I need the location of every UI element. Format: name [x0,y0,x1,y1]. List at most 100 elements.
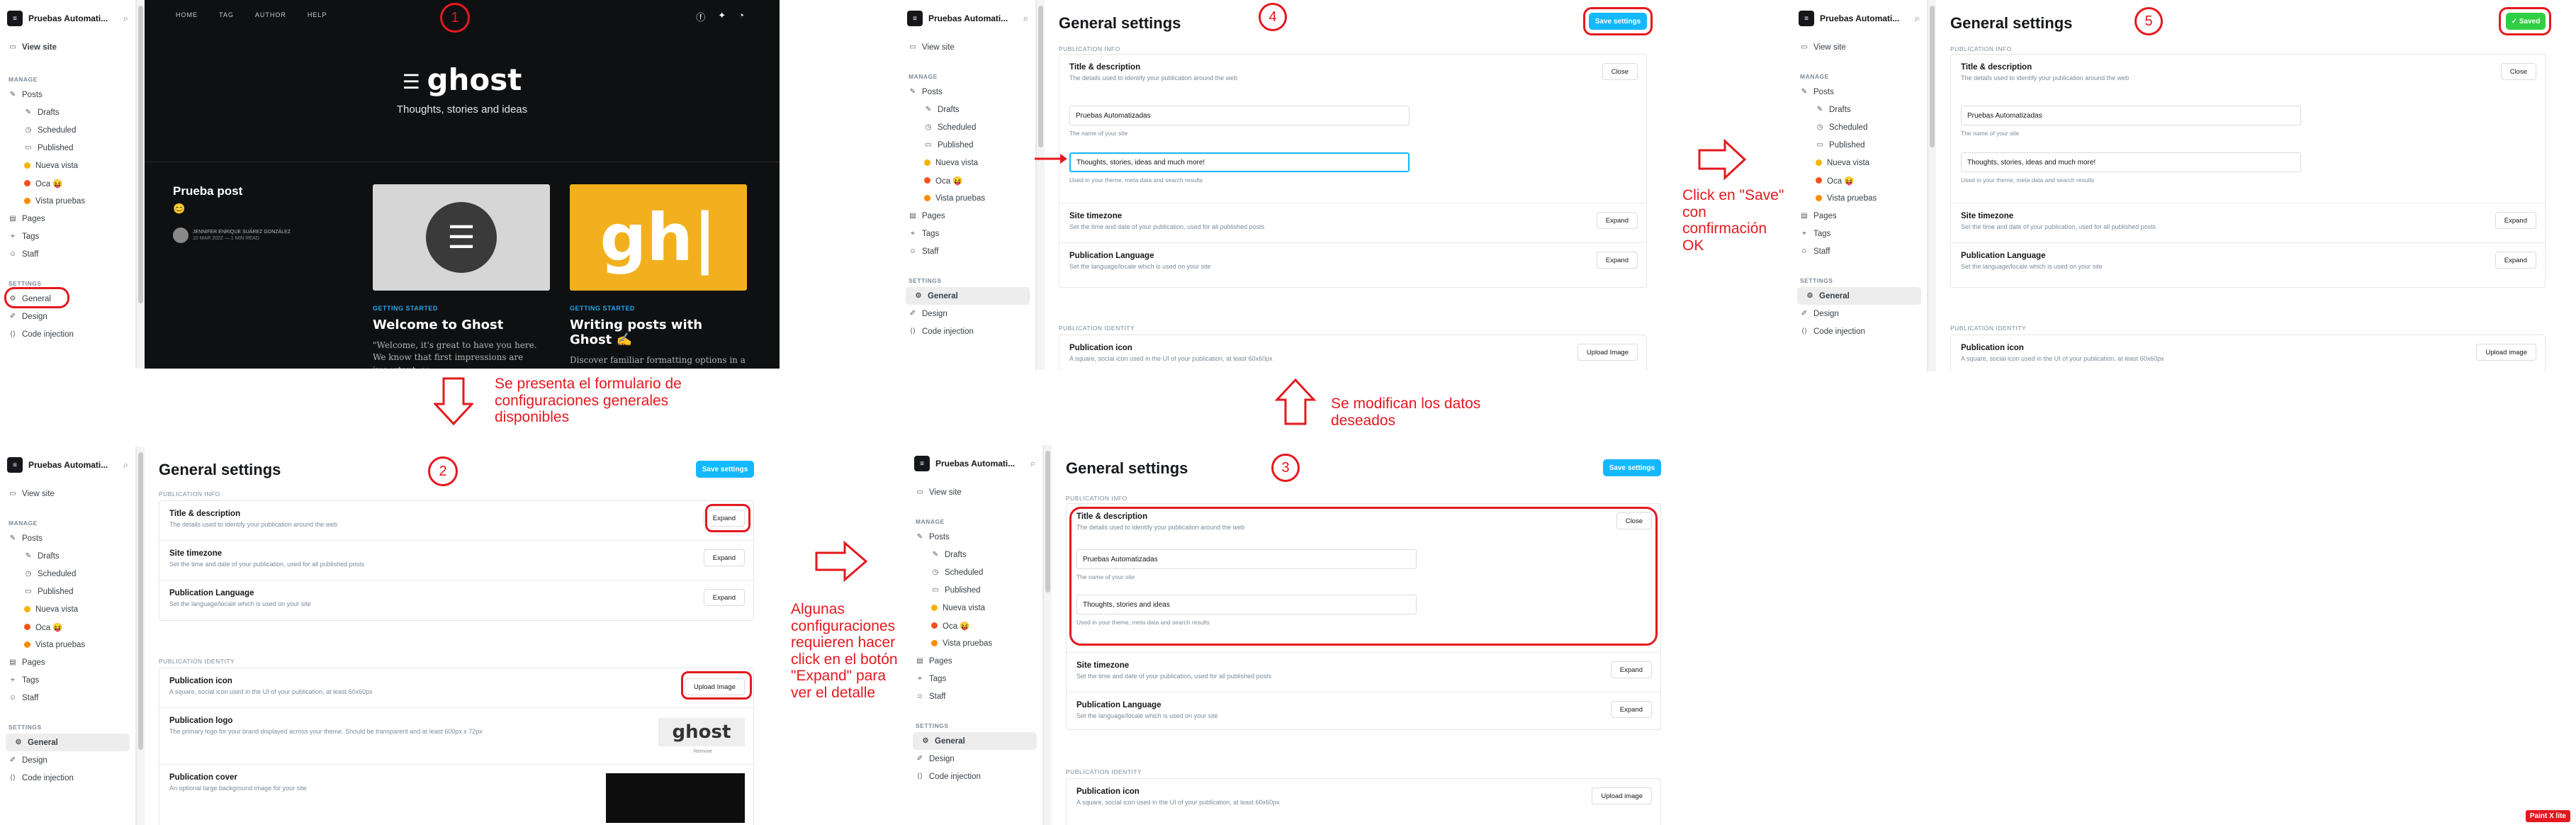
sidebar-item-code-injection[interactable]: ⟨⟩ Code injection [900,322,1035,340]
post-card[interactable]: gh| GETTING STARTED Writing posts with G… [570,184,747,369]
sidebar-item-code-injection[interactable]: ⟨⟩ Code injection [907,768,1042,785]
sidebar-item-vista-pruebas[interactable]: Vista pruebas [900,189,1035,207]
sidebar-item-nueva-vista[interactable]: Nueva vista [0,600,135,618]
nav-author[interactable]: AUTHOR [255,11,286,18]
sidebar-item-drafts[interactable]: ✎ Drafts [907,546,1042,563]
upload-image-button[interactable]: Upload image [1592,787,1652,804]
expand-button[interactable]: Expand [1596,212,1638,229]
sidebar-item-design[interactable]: ✐ Design [0,308,135,325]
sidebar-item-tags[interactable]: ⌖ Tags [1792,225,1927,242]
sidebar-item-nueva-vista[interactable]: Nueva vista [907,599,1042,617]
sidebar-item-tags[interactable]: ⌖ Tags [900,225,1035,242]
sidebar-item-scheduled[interactable]: ◷ Scheduled [1792,118,1927,136]
sidebar-item-posts[interactable]: ✎ Posts [0,529,135,547]
sidebar-item-vista-pruebas[interactable]: Vista pruebas [0,192,135,210]
sidebar-item-published[interactable]: ▭ Published [1792,136,1927,154]
scrollbar[interactable] [136,447,145,825]
sidebar-item-staff[interactable]: ☺ Staff [0,245,135,263]
sidebar-item-tags[interactable]: ⌖ Tags [0,228,135,245]
sidebar-item-vista-pruebas[interactable]: Vista pruebas [907,634,1042,652]
remove-logo-link[interactable]: Remove [694,749,712,754]
sidebar-item-staff[interactable]: ☺ Staff [0,689,135,707]
sidebar-item-scheduled[interactable]: ◷ Scheduled [907,563,1042,581]
nav-home[interactable]: HOME [176,11,198,18]
sidebar-item-general[interactable]: ⚙ General [906,287,1030,305]
site-title-input[interactable]: Pruebas Automatizadas [1961,106,2301,125]
sidebar-item-pages[interactable]: ▤ Pages [1792,207,1927,225]
sidebar-item-nueva-vista[interactable]: Nueva vista [900,154,1035,172]
description-input[interactable]: Thoughts, stories, ideas and much more! [1069,152,1410,172]
post-card[interactable]: ☰ GETTING STARTED Welcome to Ghost "Welc… [373,184,550,369]
expand-button[interactable]: Expand [703,589,745,606]
sidebar-item-drafts[interactable]: ✎ Drafts [1792,101,1927,118]
expand-button[interactable]: Expand [1596,252,1638,269]
sidebar-item-oca[interactable]: Oca 😝 [900,172,1035,189]
sidebar-item-published[interactable]: ▭ Published [900,136,1035,154]
sidebar-item-oca[interactable]: Oca 😝 [907,617,1042,634]
sidebar-item-general[interactable]: ⚙ General [6,734,130,751]
nav-help[interactable]: HELP [308,11,327,18]
sidebar-item-general[interactable]: ⚙ General [1797,287,1921,305]
scrollbar[interactable] [136,0,145,369]
sidebar-item-published[interactable]: ▭ Published [907,581,1042,599]
search-icon[interactable]: ⌕ [1030,458,1035,469]
save-button[interactable]: Save settings [696,461,754,478]
close-button[interactable]: Close [1602,63,1638,80]
sidebar-item-staff[interactable]: ☺ Staff [1792,242,1927,260]
facebook-icon[interactable]: ⓕ [696,10,705,23]
view-site-link[interactable]: ▭ View site [0,485,135,503]
rss-icon[interactable]: ◔ [738,10,744,23]
sidebar-item-nueva-vista[interactable]: Nueva vista [1792,154,1927,172]
sidebar-item-pages[interactable]: ▤ Pages [907,652,1042,670]
scrollbar[interactable] [1036,0,1045,370]
sidebar-item-design[interactable]: ✐ Design [1792,305,1927,322]
sidebar-item-oca[interactable]: Oca 😝 [1792,172,1927,189]
site-title-input[interactable]: Pruebas Automatizadas [1069,106,1410,125]
sidebar-item-posts[interactable]: ✎ Posts [0,86,135,103]
close-button[interactable]: Close [2500,63,2536,80]
nav-tag[interactable]: TAG [219,11,234,18]
expand-button[interactable]: Expand [2495,252,2536,269]
sidebar-item-pages[interactable]: ▤ Pages [900,207,1035,225]
sidebar-item-code-injection[interactable]: ⟨⟩ Code injection [0,325,135,343]
cover-preview[interactable] [606,773,745,823]
sidebar-item-published[interactable]: ▭ Published [0,139,135,157]
search-icon[interactable]: ⌕ [123,459,128,471]
view-site-link[interactable]: ▭ View site [900,38,1035,56]
sidebar-item-pages[interactable]: ▤ Pages [0,653,135,671]
sidebar-item-published[interactable]: ▭ Published [0,583,135,600]
search-icon[interactable]: ⌕ [123,13,128,24]
sidebar-item-scheduled[interactable]: ◷ Scheduled [900,118,1035,136]
sidebar-item-general[interactable]: ⚙ General [0,287,135,308]
expand-button[interactable]: Expand [1610,661,1652,678]
sidebar-item-scheduled[interactable]: ◷ Scheduled [0,565,135,583]
sidebar-item-oca[interactable]: Oca 😝 [0,618,135,636]
expand-button[interactable]: Expand [2495,212,2536,229]
sidebar-item-posts[interactable]: ✎ Posts [900,83,1035,101]
sidebar-item-vista-pruebas[interactable]: Vista pruebas [1792,189,1927,207]
upload-image-button[interactable]: Upload Image [1577,344,1638,361]
sidebar-item-tags[interactable]: ⌖ Tags [0,671,135,689]
scrollbar[interactable] [1928,0,1936,371]
search-icon[interactable]: ⌕ [1915,13,1920,24]
view-site-link[interactable]: ▭ View site [907,483,1042,501]
search-icon[interactable]: ⌕ [1023,13,1028,24]
sidebar-item-staff[interactable]: ☺ Staff [900,242,1035,260]
sidebar-item-drafts[interactable]: ✎ Drafts [0,103,135,121]
sidebar-item-pages[interactable]: ▤ Pages [0,210,135,228]
featured-post[interactable]: Prueba post 😊 JENNIFER ENRIQUE SUÁREZ GO… [173,184,336,369]
sidebar-item-drafts[interactable]: ✎ Drafts [0,547,135,565]
sidebar-item-code-injection[interactable]: ⟨⟩ Code injection [0,769,135,787]
sidebar-item-design[interactable]: ✐ Design [907,750,1042,768]
sidebar-item-staff[interactable]: ☺ Staff [907,688,1042,705]
sidebar-item-general[interactable]: ⚙ General [913,732,1037,750]
sidebar-item-drafts[interactable]: ✎ Drafts [900,101,1035,118]
expand-button[interactable]: Expand [703,549,745,566]
sidebar-item-nueva-vista[interactable]: Nueva vista [0,157,135,174]
sidebar-item-vista-pruebas[interactable]: Vista pruebas [0,636,135,653]
description-input[interactable]: Thoughts, stories, ideas and much more! [1961,152,2301,172]
sidebar-item-design[interactable]: ✐ Design [0,751,135,769]
twitter-icon[interactable]: ✦ [718,10,726,23]
sidebar-item-posts[interactable]: ✎ Posts [907,528,1042,546]
sidebar-item-oca[interactable]: Oca 😝 [0,174,135,192]
